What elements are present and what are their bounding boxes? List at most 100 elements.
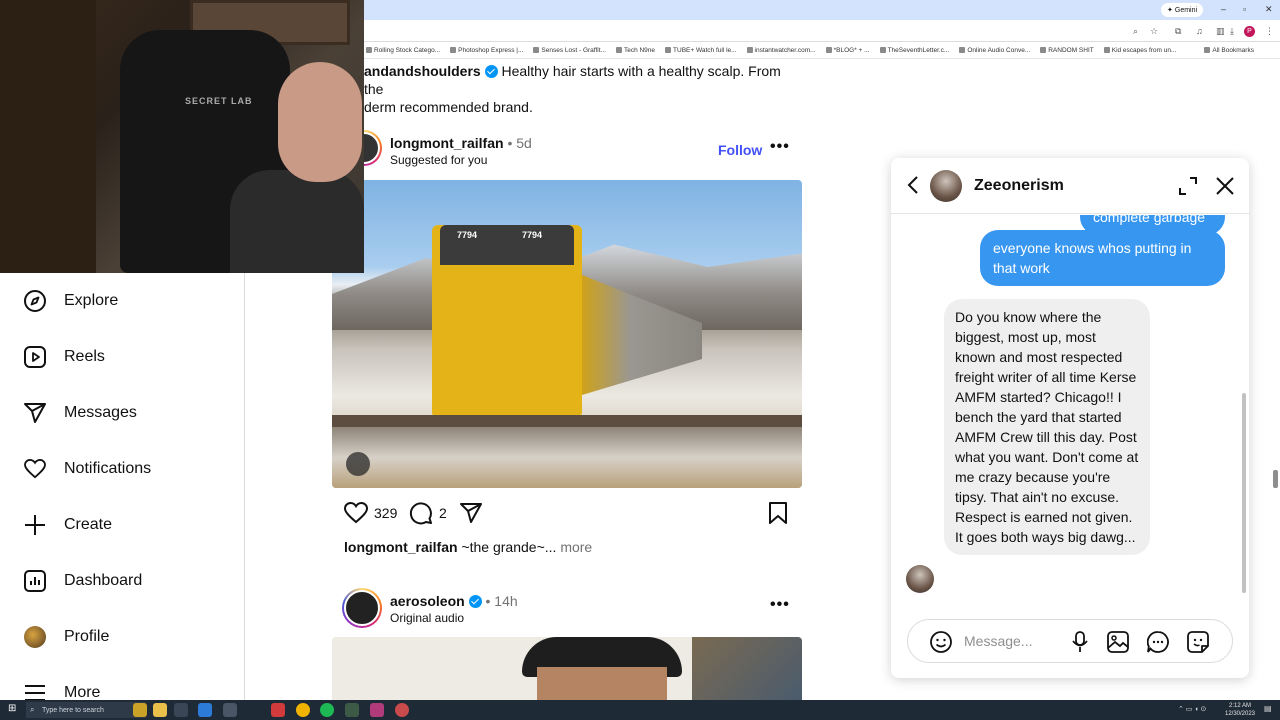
plus-icon [24,514,46,536]
profile-avatar [24,626,46,648]
star-icon[interactable]: ☆ [1150,26,1158,37]
bookmark-favicon-icon [879,47,886,53]
sidepanel-icon[interactable]: ▥ [1216,26,1225,37]
chat-scrollbar[interactable] [1242,393,1246,593]
close-icon[interactable] [1213,174,1237,198]
bookmark-item[interactable]: TheSeventhLetter.c... [879,47,949,54]
message-input[interactable] [964,631,1064,651]
all-bookmarks[interactable]: All Bookmarks [1204,47,1254,54]
follow-button[interactable]: Follow [718,142,762,158]
image-icon[interactable] [1106,630,1130,654]
gemini-button[interactable]: ✦ Gemini [1161,3,1204,17]
taskbar-app-icon[interactable] [174,703,188,717]
sent-message-bubble[interactable]: everyone knows whos putting in that work [980,230,1225,286]
bookmark-favicon-icon [533,47,540,53]
download-icon[interactable]: ⤓ [1230,26,1234,37]
post-audio-label[interactable]: Original audio [390,611,464,625]
sidebar-item-dashboard[interactable]: Dashboard [24,570,142,592]
notification-center-icon[interactable]: ▤ [1264,704,1272,713]
taskbar-app-icon[interactable] [133,703,147,717]
comment-icon[interactable] [408,501,434,525]
like-heart-icon[interactable] [343,501,369,525]
page-scrollbar[interactable] [1273,470,1278,488]
bookmark-icon[interactable] [766,501,790,525]
post-image[interactable] [332,637,802,700]
bookmark-label: Online Audio Conve... [967,46,1031,54]
sidebar-item-label: Reels [64,348,105,365]
sidebar-item-create[interactable]: Create [24,514,112,536]
expand-icon[interactable] [1177,175,1199,197]
sticker-icon[interactable] [1186,630,1210,654]
received-message-bubble[interactable]: Do you know where the biggest, most up, … [944,299,1150,555]
taskbar-clock[interactable]: 2:12 AM 12/30/2023 [1222,702,1258,718]
folder-icon [1204,47,1211,53]
maximize-icon[interactable]: ▫ [1243,4,1246,14]
chrome-icon[interactable] [296,703,310,717]
bookmark-favicon-icon [1040,47,1047,53]
bookmark-favicon-icon [450,47,457,53]
tagged-people-icon[interactable] [346,452,370,476]
gif-icon[interactable] [1146,630,1170,654]
bookmark-item[interactable]: Rolling Stock Catego... [366,47,440,54]
sidebar-item-notifications[interactable]: Notifications [24,458,151,480]
sidebar-item-messages[interactable]: Messages [24,402,137,424]
taskbar-app-icon[interactable] [370,703,384,717]
bookmark-item[interactable]: RANDOM SHIT [1040,47,1094,54]
folder-icon[interactable] [153,703,167,717]
taskbar-app-icon[interactable] [395,703,409,717]
post-username[interactable]: aerosoleon [390,593,465,609]
bookmark-item[interactable]: TUBE+ Watch full le... [665,47,737,54]
zoom-icon[interactable]: ⌕ [1133,26,1138,37]
sidebar-item-label: Messages [64,404,137,421]
emoji-icon[interactable] [928,629,954,655]
ad-username[interactable]: andandshoulders [364,63,481,79]
browser-menu-icon[interactable]: ⋮ [1265,26,1274,37]
spotify-icon[interactable] [320,703,334,717]
taskbar-app-icon[interactable] [345,703,359,717]
more-options-icon[interactable]: ••• [770,138,790,156]
caption-more-link[interactable]: more [560,539,592,555]
taskbar-search[interactable]: ⌕ Type here to search [26,702,146,718]
bookmark-item[interactable]: Online Audio Conve... [959,47,1030,54]
extensions-icon[interactable]: ⧉ [1175,26,1181,37]
bookmark-favicon-icon [825,47,832,53]
bookmark-label: TUBE+ Watch full le... [673,46,737,54]
share-icon[interactable] [458,501,484,525]
more-options-icon[interactable]: ••• [770,596,790,614]
bookmark-item[interactable]: Tech N9ne [615,47,655,54]
message-composer [907,619,1233,663]
chair-brand-logo: SECRET LAB [185,96,253,106]
sidebar-item-reels[interactable]: Reels [24,346,105,368]
windows-start-icon[interactable]: ⊞ [8,704,18,714]
contact-name[interactable]: Zeeonerism [974,177,1064,195]
gemini-label: Gemini [1174,6,1198,14]
minimize-icon[interactable]: – [1221,4,1226,14]
sidebar-item-explore[interactable]: Explore [24,290,118,312]
sidebar-item-profile[interactable]: Profile [24,626,109,648]
clock-date: 12/30/2023 [1224,711,1256,717]
window-close-icon[interactable]: ✕ [1265,4,1273,15]
post-age: 14h [494,593,518,609]
bookmark-item[interactable]: Senses Lost - Graffit... [533,47,606,54]
tray-icons[interactable]: ⌃ ▭ ◖ ⊙ [1178,705,1206,713]
browser-profile-avatar[interactable]: P [1244,26,1255,37]
media-icon[interactable]: ♫ [1196,26,1203,36]
sidebar-item-label: Notifications [64,460,152,477]
back-arrow-icon[interactable] [903,174,923,196]
taskbar-app-icon[interactable] [223,703,237,717]
taskbar-app-icon[interactable] [271,703,285,717]
caption-username[interactable]: longmont_railfan [344,539,458,555]
store-icon[interactable] [198,703,212,717]
post-username[interactable]: longmont_railfan [390,135,504,151]
bookmark-item[interactable]: Kid escapes from un... [1103,47,1176,54]
bookmark-item[interactable]: instantwatcher.com... [746,47,816,54]
bookmark-item[interactable]: Photoshop Express |... [450,47,523,54]
bookmark-label: Photoshop Express |... [458,46,524,54]
profile-initial: P [1247,28,1252,35]
microphone-icon[interactable] [1068,630,1092,654]
contact-avatar[interactable] [930,170,962,202]
bookmark-item[interactable]: *BLOG* + ... [825,47,870,54]
post-avatar[interactable] [342,588,382,628]
dashboard-icon [24,570,46,592]
post-image[interactable]: 7794 7794 [332,180,802,488]
